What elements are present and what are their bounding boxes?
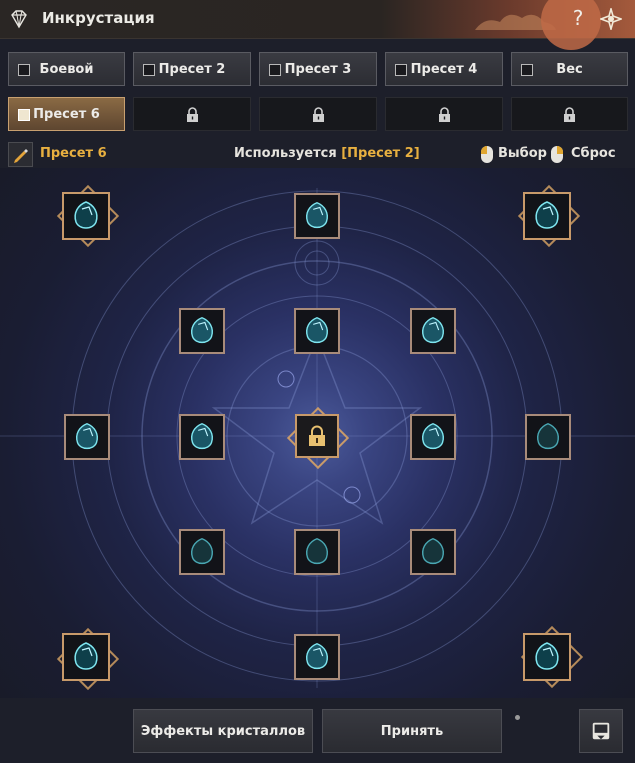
preset-name: Пресет 6 bbox=[40, 146, 107, 161]
crystal-slot[interactable] bbox=[179, 529, 225, 575]
tab-locked-4[interactable] bbox=[511, 97, 628, 131]
hint-reset: Сброс bbox=[571, 146, 616, 161]
crystal-icon bbox=[422, 422, 444, 450]
crystal-icon bbox=[191, 316, 213, 344]
crystal-icon bbox=[422, 316, 444, 344]
crystal-slot[interactable] bbox=[410, 414, 456, 460]
crystal-slot[interactable] bbox=[525, 414, 571, 460]
checkbox[interactable] bbox=[18, 109, 30, 121]
crystal-slot[interactable] bbox=[62, 192, 110, 240]
crystal-slot[interactable] bbox=[179, 414, 225, 460]
tab-preset-4[interactable]: Пресет 4 bbox=[385, 52, 503, 86]
crystal-slot[interactable] bbox=[410, 308, 456, 354]
crystal-slot[interactable] bbox=[294, 529, 340, 575]
center-locked-slot[interactable] bbox=[295, 414, 339, 458]
lock-icon bbox=[438, 106, 450, 122]
tab-label: Пресет 6 bbox=[33, 106, 100, 122]
tray-icon bbox=[592, 722, 610, 740]
mouse-left-icon bbox=[481, 146, 493, 163]
lock-icon bbox=[564, 106, 575, 122]
button-label: Эффекты кристаллов bbox=[140, 723, 306, 739]
crystal-icon bbox=[191, 537, 213, 565]
tab-preset-6[interactable]: Пресет 6 bbox=[8, 97, 125, 131]
crystal-slot[interactable] bbox=[523, 633, 571, 681]
crystal-icon bbox=[191, 422, 213, 450]
crystal-slot[interactable] bbox=[294, 634, 340, 680]
checkbox[interactable] bbox=[521, 64, 533, 76]
lock-icon bbox=[309, 425, 325, 446]
crystal-icon bbox=[306, 537, 328, 565]
crystal-icon bbox=[306, 201, 328, 229]
indicator-dot bbox=[515, 715, 520, 720]
crystal-icon bbox=[535, 642, 559, 670]
help-button[interactable]: ? bbox=[569, 6, 587, 30]
tab-label: Боевой bbox=[39, 61, 94, 77]
crystal-slot[interactable] bbox=[64, 414, 110, 460]
tab-locked-2[interactable] bbox=[259, 97, 377, 131]
crystal-slot[interactable] bbox=[410, 529, 456, 575]
crystal-slot[interactable] bbox=[179, 308, 225, 354]
tab-locked-3[interactable] bbox=[385, 97, 503, 131]
close-star-icon[interactable] bbox=[600, 8, 622, 30]
crystal-icon bbox=[422, 537, 444, 565]
tab-preset-3[interactable]: Пресет 3 bbox=[259, 52, 377, 86]
window-title: Инкрустация bbox=[42, 9, 155, 27]
accept-button[interactable]: Принять bbox=[322, 709, 502, 753]
tab-label: Вес bbox=[556, 61, 583, 77]
crystal-icon bbox=[74, 201, 98, 229]
crystal-icon bbox=[537, 422, 559, 450]
tab-label: Пресет 4 bbox=[410, 61, 478, 77]
tab-preset-2[interactable]: Пресет 2 bbox=[133, 52, 251, 86]
inlay-window: Инкрустация ? Боевой Пресет 2 Пресет 3 П… bbox=[0, 0, 635, 763]
title-bar: Инкрустация ? bbox=[0, 0, 635, 50]
tab-boevoy[interactable]: Боевой bbox=[8, 52, 125, 86]
mouse-right-icon bbox=[551, 146, 563, 163]
tab-locked-1[interactable] bbox=[133, 97, 251, 131]
rename-button[interactable] bbox=[8, 142, 33, 167]
crystal-icon bbox=[306, 642, 328, 670]
checkbox[interactable] bbox=[269, 64, 281, 76]
crystal-slot[interactable] bbox=[62, 633, 110, 681]
lock-icon bbox=[186, 106, 198, 122]
crystal-slot[interactable] bbox=[523, 192, 571, 240]
crystal-icon bbox=[76, 422, 98, 450]
tab-label: Пресет 3 bbox=[284, 61, 352, 77]
button-label: Принять bbox=[380, 723, 444, 739]
checkbox[interactable] bbox=[18, 64, 30, 76]
checkbox[interactable] bbox=[143, 64, 155, 76]
crystal-slot[interactable] bbox=[294, 193, 340, 239]
tray-button[interactable] bbox=[579, 709, 623, 753]
used-status: Используется [Пресет 2] bbox=[234, 146, 420, 161]
checkbox[interactable] bbox=[395, 64, 407, 76]
lock-icon bbox=[312, 106, 324, 122]
tab-label: Пресет 2 bbox=[158, 61, 226, 77]
crystal-icon bbox=[306, 316, 328, 344]
crystal-effects-button[interactable]: Эффекты кристаллов bbox=[133, 709, 313, 753]
used-preset-value: [Пресет 2] bbox=[341, 146, 420, 161]
hint-select: Выбор bbox=[498, 146, 547, 161]
gem-icon bbox=[11, 10, 27, 29]
used-label: Используется bbox=[234, 146, 342, 161]
crystal-icon bbox=[535, 201, 559, 229]
crystal-icon bbox=[74, 642, 98, 670]
tab-ves[interactable]: Вес bbox=[511, 52, 628, 86]
crystal-slot[interactable] bbox=[294, 308, 340, 354]
pencil-icon bbox=[14, 149, 28, 163]
